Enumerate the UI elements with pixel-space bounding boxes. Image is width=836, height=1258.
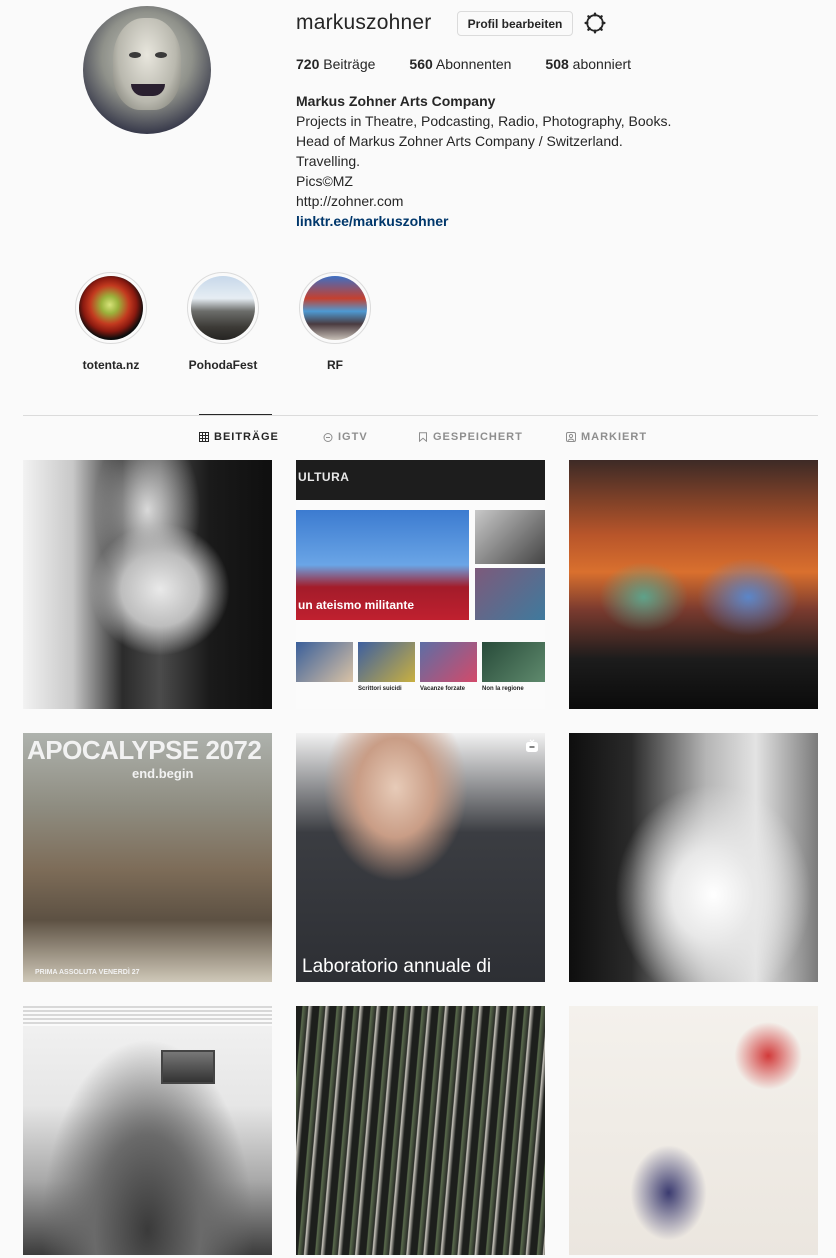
tab-posts[interactable]: BEITRÄGE	[199, 431, 279, 443]
highlight-label: totenta.nz	[82, 358, 140, 372]
post-card-label: Non la regione	[482, 686, 524, 692]
post-thumbnail[interactable]: Laboratorio annuale di	[296, 733, 545, 982]
highlight-cover	[191, 276, 255, 340]
post-side-image	[475, 568, 545, 620]
edit-profile-button[interactable]: Profil bearbeiten	[457, 11, 573, 36]
tabs-divider	[23, 415, 818, 416]
tagged-icon	[566, 432, 576, 442]
tab-label: IGTV	[338, 431, 368, 443]
post-card-label: Scrittori suicidi	[358, 686, 402, 692]
following-label: abonniert	[572, 56, 632, 72]
posts-stat: 720 Beiträge	[296, 56, 375, 72]
bio-line: Pics©MZ	[296, 173, 353, 189]
highlight-ring	[75, 272, 147, 344]
post-headline: un ateismo militante	[298, 598, 415, 612]
post-thumbnail[interactable]	[569, 733, 818, 982]
following-stat[interactable]: 508 abonniert	[545, 56, 631, 72]
grid-icon	[199, 432, 209, 442]
highlight-item[interactable]: RF	[279, 272, 391, 372]
profile-tabs: BEITRÄGE IGTV GESPEICHERT MARKIERT	[0, 431, 836, 445]
tab-label: GESPEICHERT	[433, 431, 523, 443]
profile-bio: Markus Zohner Arts Company Projects in T…	[296, 91, 671, 231]
tab-igtv[interactable]: IGTV	[323, 431, 368, 443]
avatar-eye-right	[155, 52, 167, 58]
tab-label: MARKIERT	[581, 431, 648, 443]
highlight-cover	[79, 276, 143, 340]
bookmark-icon	[419, 432, 427, 442]
tab-label: BEITRÄGE	[214, 431, 279, 443]
poster-footer: PRIMA ASSOLUTA VENERDÌ 27	[35, 969, 140, 976]
post-card-label: Vacanze forzate	[420, 686, 466, 692]
tab-tagged[interactable]: MARKIERT	[566, 431, 647, 443]
story-highlights: totenta.nz PohodaFest RF	[55, 272, 391, 372]
followers-label: Abonnenten	[435, 56, 512, 72]
post-thumbnail[interactable]: ULTURA un ateismo militante Scrittori su…	[296, 460, 545, 709]
bio-name: Markus Zohner Arts Company	[296, 93, 496, 109]
avatar-face	[113, 18, 181, 110]
following-count: 508	[545, 56, 569, 72]
posts-label: Beiträge	[323, 56, 376, 72]
profile-avatar[interactable]	[83, 6, 211, 134]
post-side-image	[475, 510, 545, 564]
profile-username: markuszohner	[296, 11, 432, 34]
poster-subtitle: end.begin	[132, 766, 194, 781]
post-thumbnail[interactable]	[569, 460, 818, 709]
active-tab-indicator	[199, 414, 272, 415]
bio-line: http://zohner.com	[296, 193, 404, 209]
profile-stats: 720 Beiträge 560 Abonnenten 508 abonnier…	[296, 56, 665, 72]
igtv-icon	[323, 433, 333, 442]
posts-count: 720	[296, 56, 320, 72]
poster-title: APOCALYPSE 2072	[27, 735, 262, 765]
bio-line: Head of Markus Zohner Arts Company / Swi…	[296, 133, 623, 149]
avatar-eye-left	[129, 52, 141, 58]
post-card-image	[482, 642, 545, 682]
gear-icon[interactable]	[584, 12, 606, 34]
followers-stat[interactable]: 560 Abonnenten	[409, 56, 511, 72]
post-thumbnail[interactable]	[569, 1006, 818, 1255]
post-thumbnail[interactable]	[296, 1006, 545, 1255]
post-thumbnail[interactable]: APOCALYPSE 2072 end.begin PRIMA ASSOLUTA…	[23, 733, 272, 982]
post-thumbnail[interactable]	[23, 1006, 272, 1255]
bio-line: Travelling.	[296, 153, 361, 169]
bio-line: Projects in Theatre, Podcasting, Radio, …	[296, 113, 672, 129]
post-thumbnail[interactable]	[23, 460, 272, 709]
highlight-label: RF	[327, 358, 343, 372]
post-ceiling	[23, 1006, 272, 1026]
post-caption: Laboratorio annuale di	[302, 956, 492, 977]
post-wall-picture	[161, 1050, 215, 1084]
post-card-image	[358, 642, 415, 682]
highlight-item[interactable]: PohodaFest	[167, 272, 279, 372]
highlight-cover	[303, 276, 367, 340]
post-card-image	[296, 642, 353, 682]
bio-link[interactable]: linktr.ee/markuszohner	[296, 211, 671, 231]
followers-count: 560	[409, 56, 433, 72]
highlight-ring	[299, 272, 371, 344]
tab-saved[interactable]: GESPEICHERT	[418, 431, 523, 443]
highlight-label: PohodaFest	[188, 358, 258, 372]
post-card-image	[420, 642, 477, 682]
highlight-item[interactable]: totenta.nz	[55, 272, 167, 372]
igtv-icon	[526, 739, 538, 752]
post-website-title: ULTURA	[298, 470, 350, 484]
highlight-ring	[187, 272, 259, 344]
